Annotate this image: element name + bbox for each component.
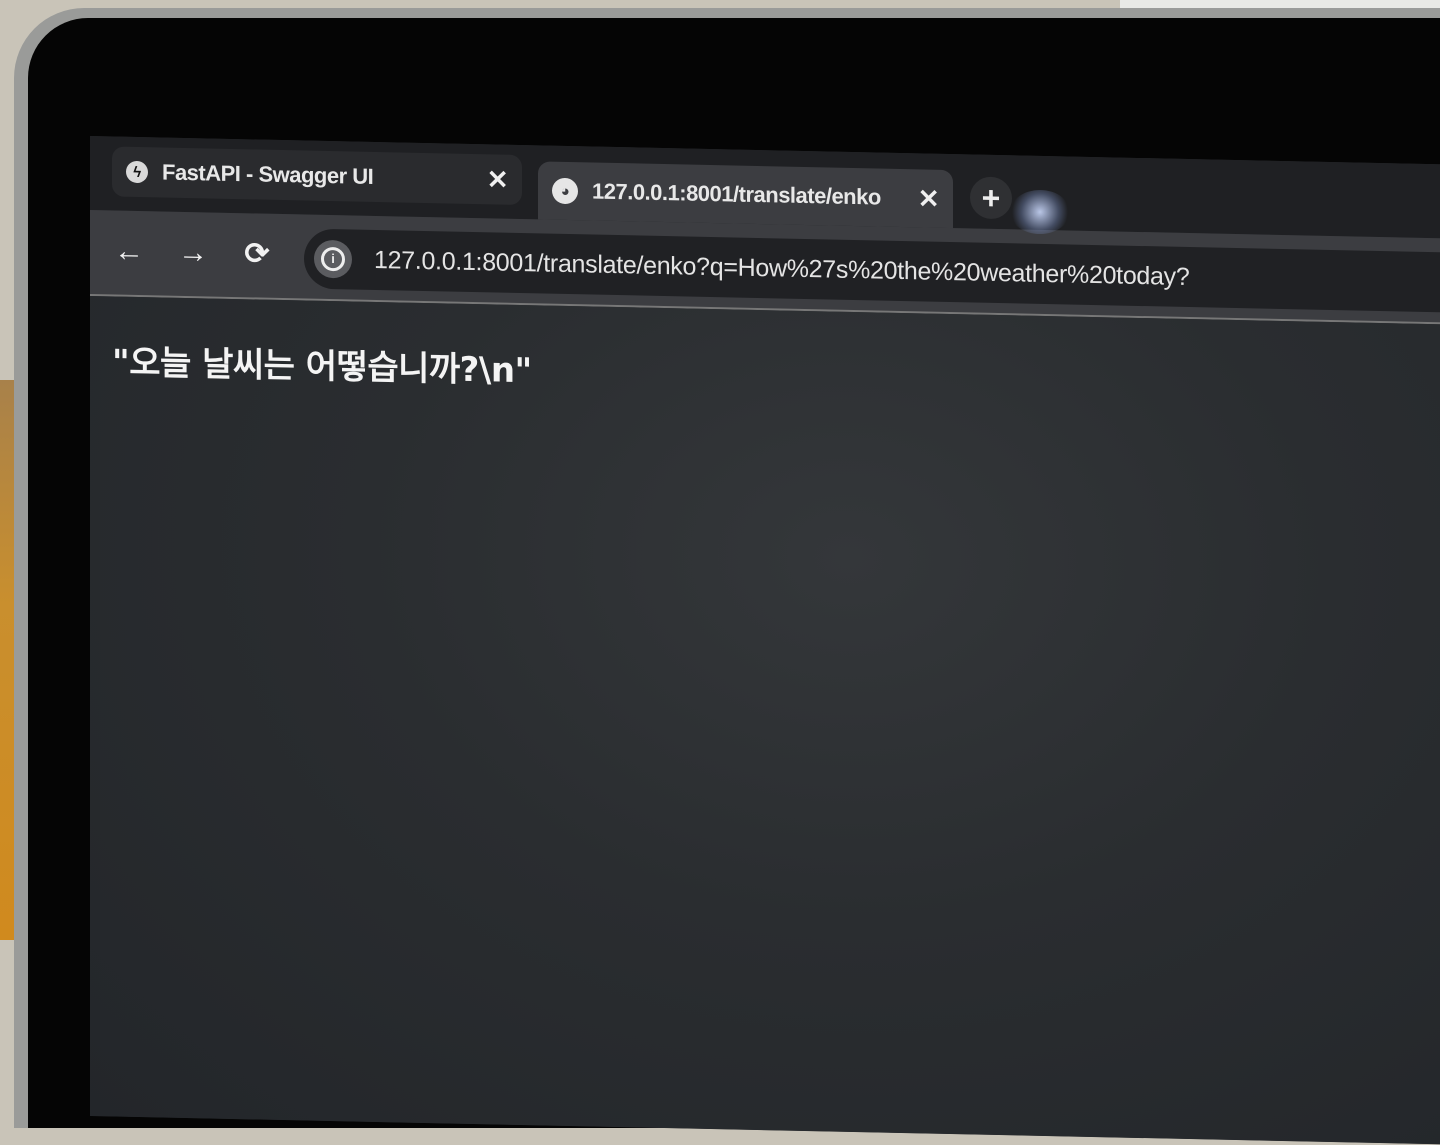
page-content: "오늘 날씨는 어떻습니까?\n"	[90, 296, 1440, 1145]
close-icon[interactable]: ✕	[918, 183, 939, 213]
browser-window: ϟ FastAPI - Swagger UI ✕ ◕ 127.0.0.1:800…	[90, 136, 1440, 1145]
url-text[interactable]: 127.0.0.1:8001/translate/enko?q=How%27s%…	[374, 245, 1189, 291]
info-icon[interactable]: i	[314, 239, 352, 279]
response-text: "오늘 날씨는 어떻습니까?\n"	[112, 342, 532, 392]
reload-button[interactable]: ⟳	[240, 237, 274, 272]
address-bar[interactable]: i 127.0.0.1:8001/translate/enko?q=How%27…	[304, 228, 1440, 314]
tab-translate[interactable]: ◕ 127.0.0.1:8001/translate/enko ✕	[538, 161, 953, 229]
fastapi-icon: ϟ	[126, 160, 148, 184]
new-tab-button[interactable]: +	[970, 176, 1012, 220]
tab-title: 127.0.0.1:8001/translate/enko	[592, 178, 881, 210]
reflection-glare	[1010, 190, 1070, 234]
forward-button[interactable]: →	[176, 236, 210, 271]
back-button[interactable]: ←	[112, 234, 146, 269]
close-icon[interactable]: ✕	[487, 164, 508, 194]
tab-title: FastAPI - Swagger UI	[162, 159, 374, 189]
globe-icon: ◕	[552, 177, 578, 205]
tab-swagger-ui[interactable]: ϟ FastAPI - Swagger UI ✕	[112, 146, 522, 206]
